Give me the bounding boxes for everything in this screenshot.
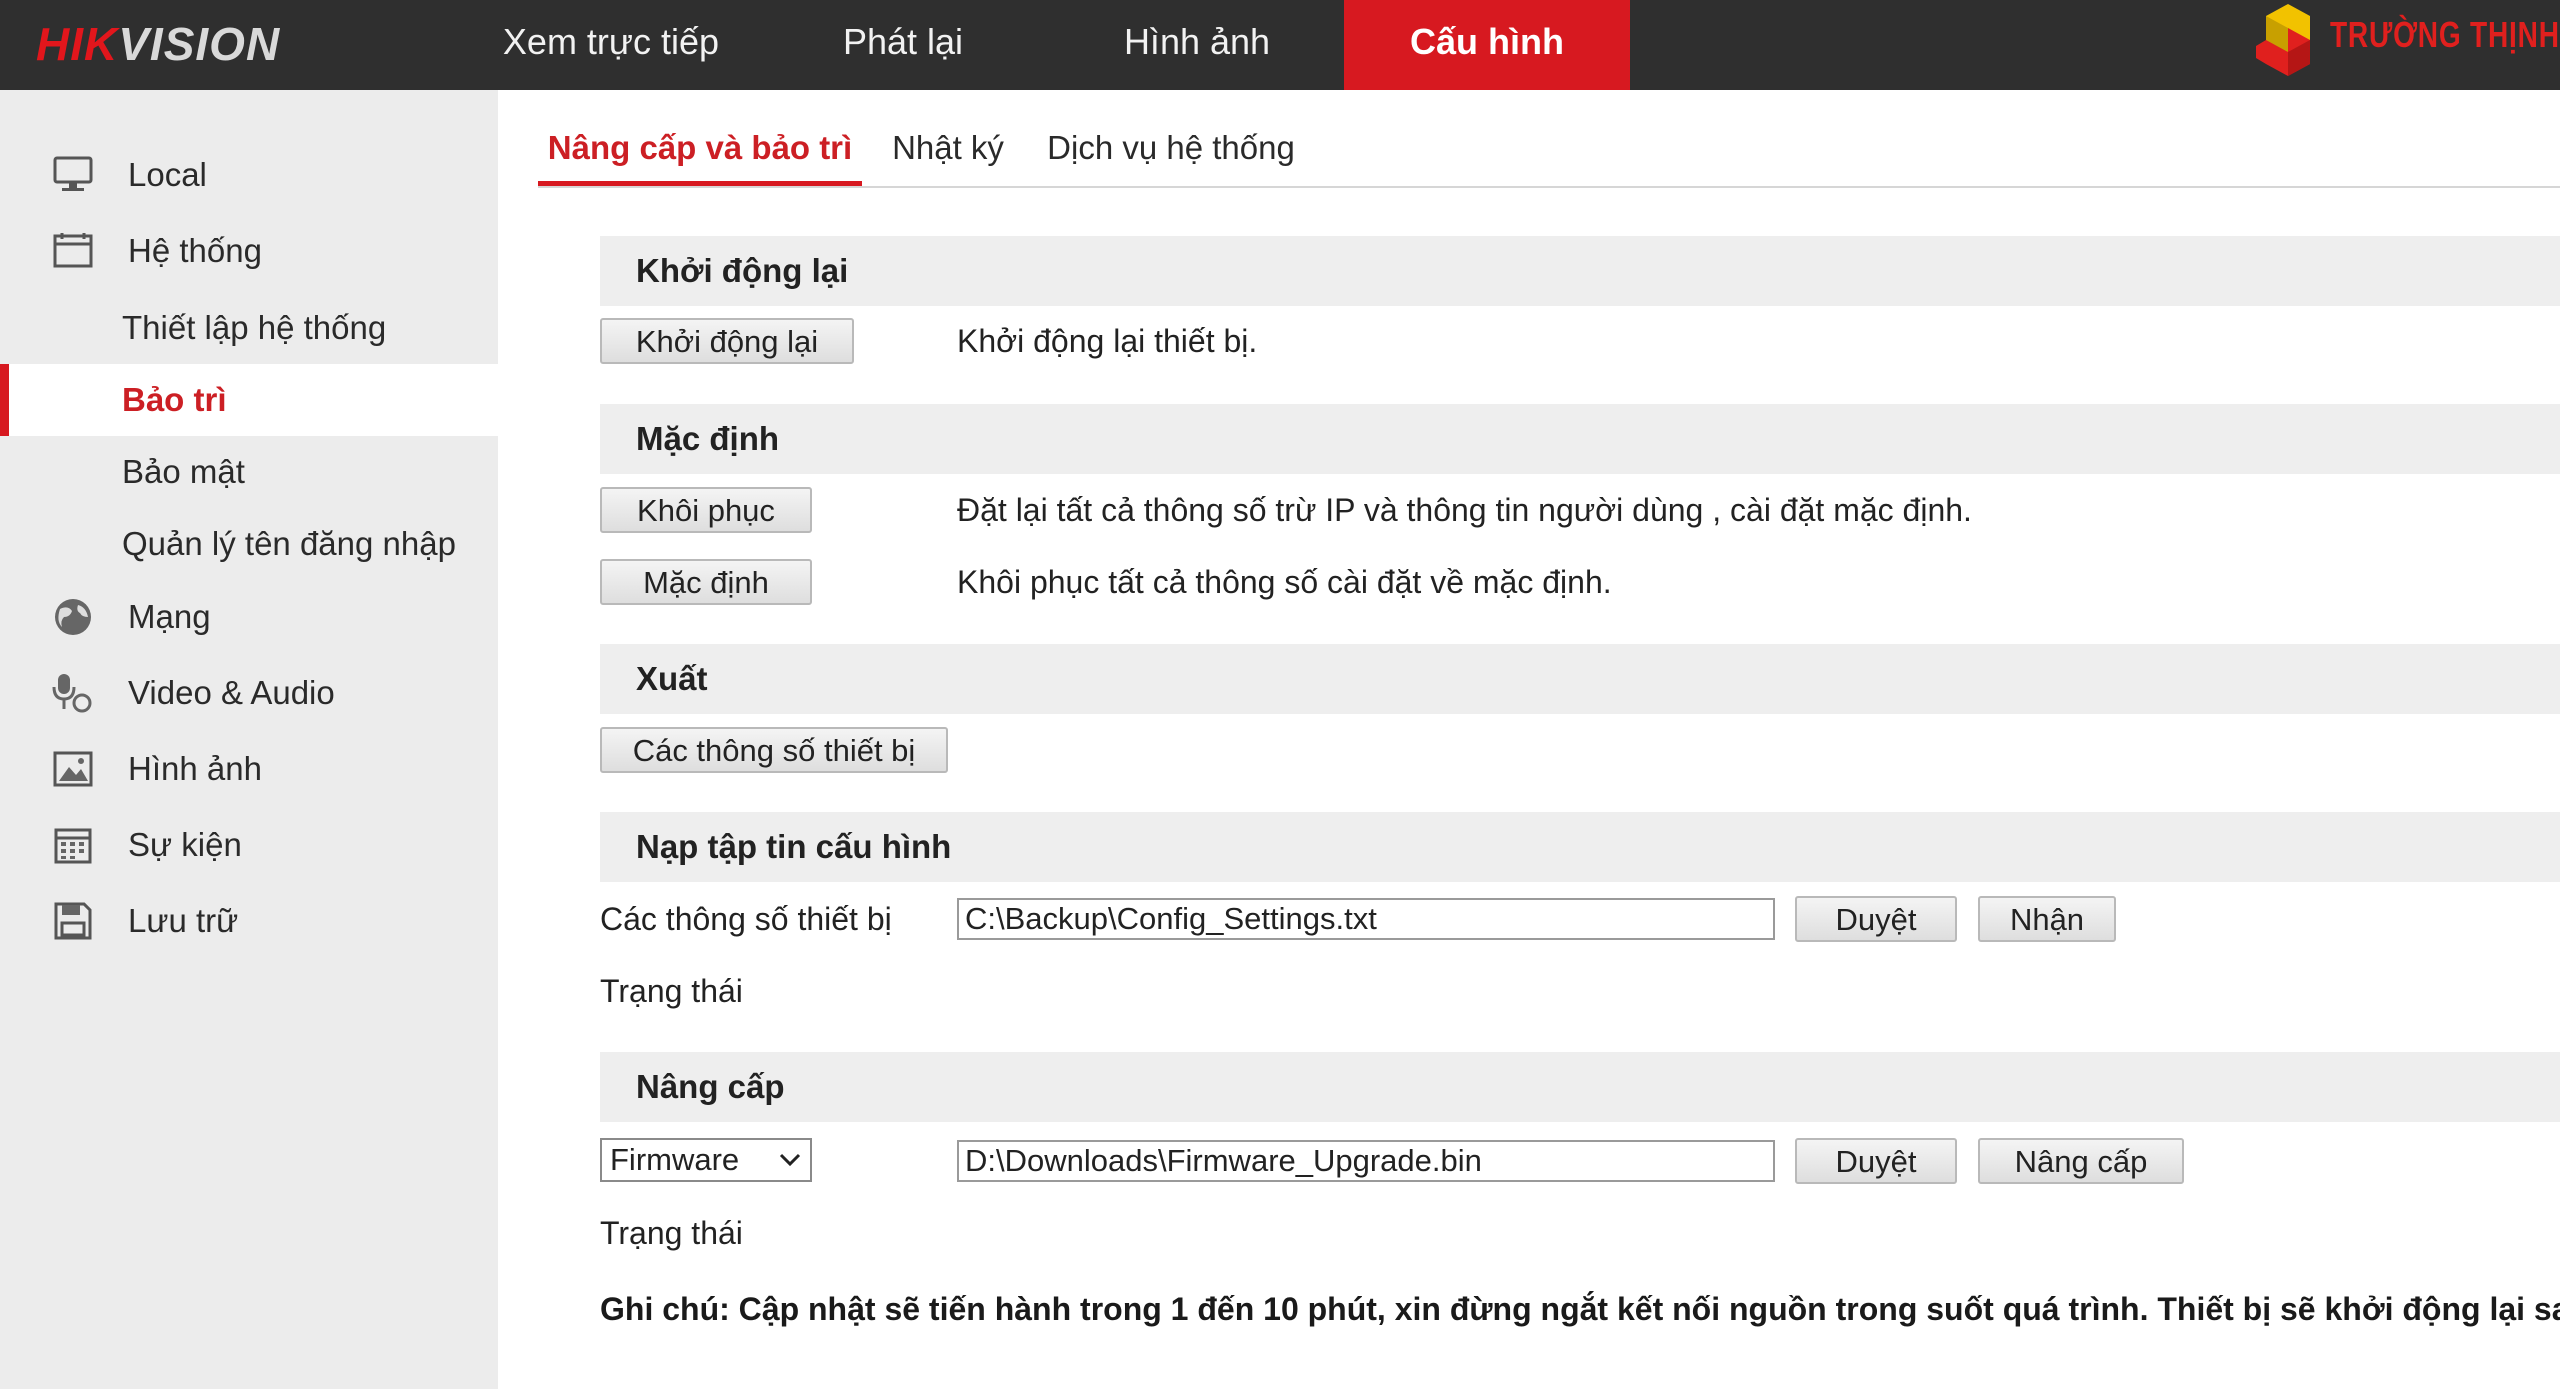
export-device-parameters-button[interactable]: Các thông số thiết bị [600,727,948,773]
import-button[interactable]: Nhận [1978,896,2116,942]
sidebar-item-label: Quản lý tên đăng nhập [122,525,456,562]
system-icon [53,233,93,268]
storage-icon [54,902,92,940]
sidebar-item-label: Lưu trữ [128,902,239,939]
sidebar-item-label: Hệ thống [128,232,262,269]
section-title: Xuất [636,660,708,697]
sidebar: Local Hệ thống Thiết lập hệ thống Bảo tr… [0,90,498,1389]
upgrade-button[interactable]: Nâng cấp [1978,1138,2184,1184]
upgrade-type-value: Firmware [610,1142,740,1177]
sidebar-item-user-management[interactable]: Quản lý tên đăng nhập [0,508,498,580]
section-reboot-header: Khởi động lại [600,236,2560,306]
nav-configuration[interactable]: Cấu hình [1344,0,1630,90]
sidebar-item-system-settings[interactable]: Thiết lập hệ thống [0,292,498,364]
section-title: Nạp tập tin cấu hình [636,828,952,865]
monitor-icon [53,156,93,191]
tab-log[interactable]: Nhật ký [880,110,1016,186]
section-default-header: Mặc định [600,404,2560,474]
brand-text: TRƯỜNG THỊNH [2330,14,2560,55]
upgrade-note: Ghi chú: Cập nhật sẽ tiến hành trong 1 đ… [600,1291,2560,1327]
sidebar-item-label: Local [128,156,207,193]
reboot-button[interactable]: Khởi động lại [600,318,854,364]
tab-bar: Nâng cấp và bảo trì Nhật ký Dịch vụ hệ t… [538,110,2560,188]
sidebar-item-system[interactable]: Hệ thống [0,216,498,286]
sidebar-item-label: Thiết lập hệ thống [122,309,387,346]
sidebar-item-event[interactable]: Sự kiện [0,810,498,880]
import-file-path-input[interactable]: C:\Backup\Config_Settings.txt [957,898,1775,940]
sidebar-item-storage[interactable]: Lưu trữ [0,886,498,956]
mic-icon [52,674,92,713]
nav-playback[interactable]: Phát lại [800,0,1006,90]
globe-icon [55,599,91,635]
sidebar-item-network[interactable]: Mạng [0,582,498,652]
sidebar-item-label: Mạng [128,598,211,635]
import-status-label: Trạng thái [600,973,743,1009]
section-upgrade-header: Nâng cấp [600,1052,2560,1122]
section-export-header: Xuất [600,644,2560,714]
sidebar-item-image[interactable]: Hình ảnh [0,734,498,804]
section-title: Nâng cấp [636,1068,785,1105]
calendar-icon [54,828,92,864]
sidebar-item-label: Bảo mật [122,453,245,490]
nav-live-view[interactable]: Xem trực tiếp [470,0,752,90]
sidebar-item-local[interactable]: Local [0,140,498,210]
image-icon [53,751,93,787]
section-title: Mặc định [636,420,780,457]
import-browse-button[interactable]: Duyệt [1795,896,1957,942]
reboot-description: Khởi động lại thiết bị. [957,323,1258,359]
nav-picture[interactable]: Hình ảnh [1094,0,1300,90]
truong-thinh-brand: TRƯỜNG THỊNH [2252,0,2559,90]
upgrade-status-label: Trạng thái [600,1215,743,1251]
section-import-header: Nạp tập tin cấu hình [600,812,2560,882]
upgrade-type-select[interactable]: Firmware [600,1138,812,1182]
sidebar-item-label: Hình ảnh [128,750,262,787]
section-title: Khởi động lại [636,252,849,289]
hikvision-logo: HIKVISION [36,14,280,74]
default-button[interactable]: Mặc định [600,559,812,605]
restore-description: Đặt lại tất cả thông số trừ IP và thông … [957,492,1972,528]
sidebar-item-security[interactable]: Bảo mật [0,436,498,508]
chevron-down-icon [779,1153,801,1167]
sidebar-item-label: Video & Audio [128,674,335,711]
default-description: Khôi phục tất cả thông số cài đặt về mặc… [957,564,1612,600]
sidebar-item-label: Sự kiện [128,826,242,863]
import-file-label: Các thông số thiết bị [600,901,892,937]
upgrade-browse-button[interactable]: Duyệt [1795,1138,1957,1184]
brand-cube-icon [2256,4,2310,76]
logo-text-vision: VISION [118,18,281,70]
tab-upgrade-maintenance[interactable]: Nâng cấp và bảo trì [538,110,862,186]
restore-button[interactable]: Khôi phục [600,487,812,533]
tab-system-service[interactable]: Dịch vụ hệ thống [1046,110,1296,186]
logo-text-hik: HIK [36,18,119,70]
sidebar-item-video-audio[interactable]: Video & Audio [0,658,498,728]
top-navigation-bar: HIKVISION Xem trực tiếp Phát lại Hình ản… [0,0,2560,90]
sidebar-item-maintenance[interactable]: Bảo trì [0,364,498,436]
sidebar-item-label: Bảo trì [122,381,227,418]
upgrade-file-path-input[interactable]: D:\Downloads\Firmware_Upgrade.bin [957,1140,1775,1182]
